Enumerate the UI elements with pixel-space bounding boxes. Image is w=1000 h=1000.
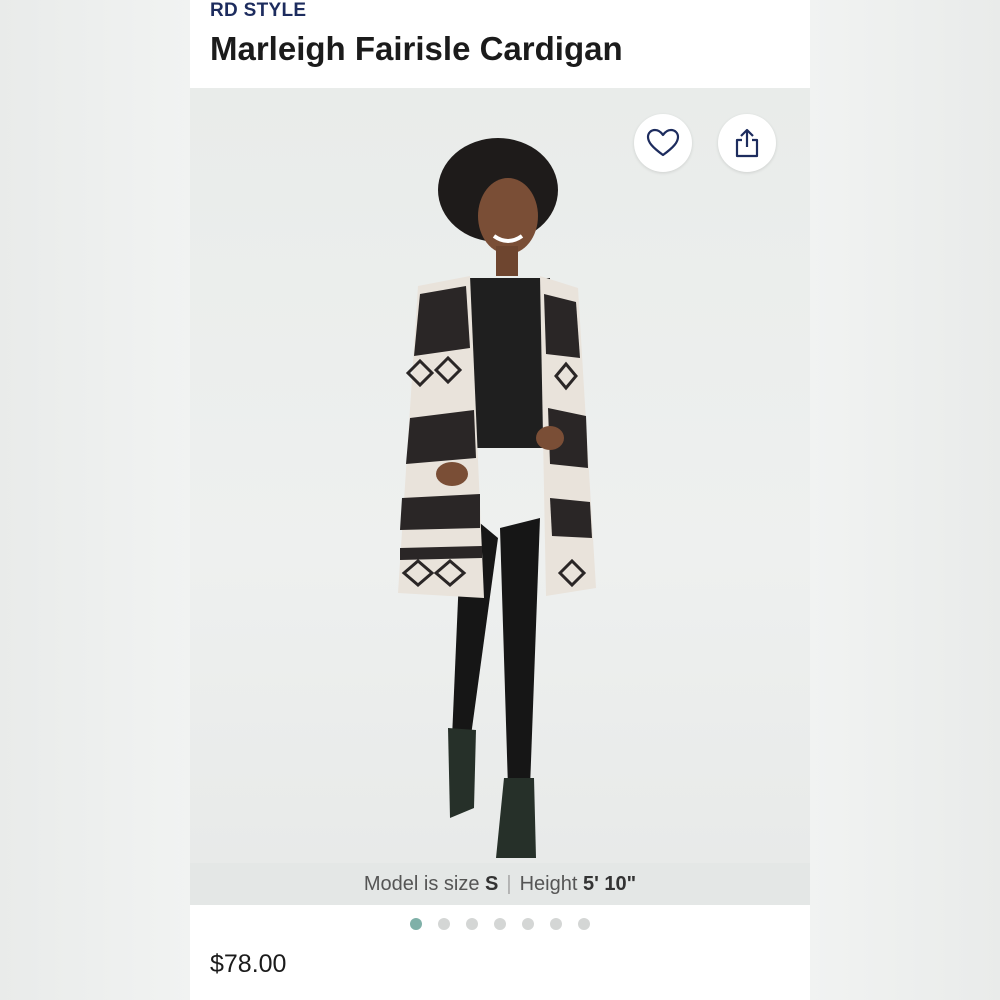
share-icon [735, 128, 759, 158]
carousel-pagination [190, 918, 810, 932]
caption-divider: | [506, 872, 512, 895]
carousel-dot-3[interactable] [466, 918, 478, 930]
carousel-dot-6[interactable] [550, 918, 562, 930]
product-image[interactable] [190, 88, 810, 863]
share-button[interactable] [718, 114, 776, 172]
carousel-dot-1[interactable] [410, 918, 422, 930]
heart-icon [646, 128, 680, 157]
favorite-button[interactable] [634, 114, 692, 172]
product-card: RD STYLE Marleigh Fairisle Cardigan Mode… [190, 0, 810, 1000]
product-title: Marleigh Fairisle Cardigan [210, 30, 623, 67]
model-photo-illustration [398, 138, 596, 858]
height-value: 5' 10" [582, 872, 637, 895]
product-price: $78.00 [210, 950, 287, 978]
product-header: RD STYLE Marleigh Fairisle Cardigan [190, 0, 810, 88]
carousel-dot-5[interactable] [522, 918, 534, 930]
brand-name[interactable]: RD STYLE [210, 0, 306, 22]
page-background-right [810, 0, 1000, 1000]
carousel-dot-4[interactable] [494, 918, 506, 930]
height-label: Height [519, 872, 578, 895]
size-label: Model is size [363, 872, 480, 895]
carousel-dot-7[interactable] [578, 918, 590, 930]
page-background-left [0, 0, 190, 1000]
size-value: S [485, 872, 499, 895]
carousel-dot-2[interactable] [438, 918, 450, 930]
model-size-caption: Model is size S | Height 5' 10" [190, 863, 810, 905]
